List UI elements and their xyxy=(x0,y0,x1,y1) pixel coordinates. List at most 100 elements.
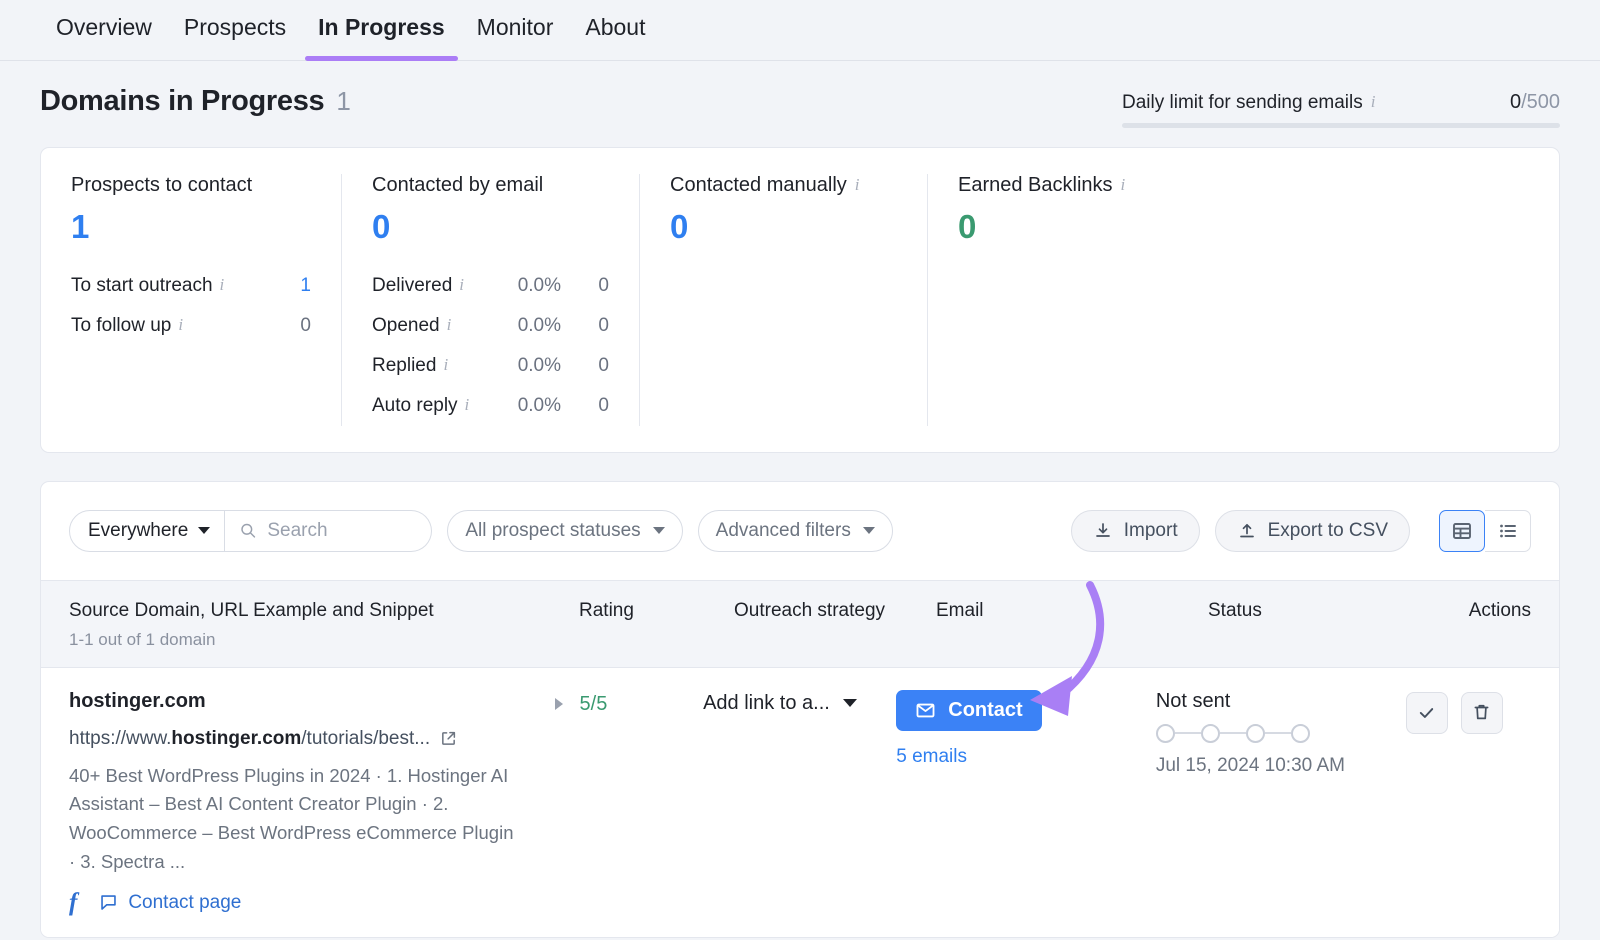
stat-row-label-text: Opened xyxy=(372,315,440,337)
stat-row-percent: 0.0% xyxy=(489,395,561,417)
table-icon xyxy=(1451,520,1473,542)
tab-overview[interactable]: Overview xyxy=(40,0,168,61)
tab-about[interactable]: About xyxy=(569,0,661,61)
cell-rating: 5/5 xyxy=(527,690,676,938)
cell-status: Not sent Jul 15, 2024 10:30 AM xyxy=(1128,690,1378,938)
stat-value: 0 xyxy=(670,207,897,247)
table-view-button[interactable] xyxy=(1439,510,1485,552)
advanced-filters-dropdown[interactable]: Advanced filters xyxy=(698,510,893,552)
stat-title-text: Contacted manually xyxy=(670,174,847,197)
url-path: /tutorials/best... xyxy=(301,728,430,749)
message-icon xyxy=(99,893,118,912)
export-to-csv-label: Export to CSV xyxy=(1268,520,1388,542)
daily-limit-label: Daily limit for sending emails i xyxy=(1122,92,1375,114)
list-icon xyxy=(1497,520,1519,542)
stat-title: Contacted by email xyxy=(372,174,609,197)
tab-monitor[interactable]: Monitor xyxy=(461,0,570,61)
cell-actions xyxy=(1378,690,1559,938)
tab-monitor-label: Monitor xyxy=(477,14,554,40)
search-box[interactable] xyxy=(225,510,432,552)
column-header-email: Email xyxy=(908,600,1180,650)
url-domain: hostinger.com xyxy=(171,728,301,749)
domain-name[interactable]: hostinger.com xyxy=(69,690,527,713)
stat-value: 0 xyxy=(372,207,609,247)
chevron-down-icon xyxy=(843,699,857,707)
outreach-strategy-value: Add link to a... xyxy=(703,692,830,715)
contact-page-label: Contact page xyxy=(128,892,241,914)
info-icon[interactable]: i xyxy=(443,356,448,373)
trash-icon xyxy=(1471,702,1492,723)
page-title: Domains in Progress 1 xyxy=(40,85,351,118)
facebook-icon[interactable]: f xyxy=(69,890,77,915)
daily-limit-progress-bar xyxy=(1122,123,1560,128)
stat-title: Earned Backlinks i xyxy=(958,174,1197,197)
column-header-actions: Actions xyxy=(1442,600,1559,650)
table-header-row: Source Domain, URL Example and Snippet 1… xyxy=(41,580,1559,668)
column-header-outreach-strategy: Outreach strategy xyxy=(706,600,908,650)
daily-limit-value: 0/500 xyxy=(1510,91,1560,114)
info-icon[interactable]: i xyxy=(1121,176,1126,193)
status-steps xyxy=(1156,724,1378,743)
export-to-csv-button[interactable]: Export to CSV xyxy=(1215,510,1410,552)
stat-row: Opened i 0.0% 0 xyxy=(372,306,609,346)
check-icon xyxy=(1416,702,1437,723)
table-row: hostinger.com https://www.hostinger.com/… xyxy=(41,668,1559,938)
info-icon[interactable]: i xyxy=(178,316,183,333)
cell-email: Contact 5 emails xyxy=(868,690,1128,938)
external-link-icon[interactable] xyxy=(440,730,457,747)
chevron-down-icon xyxy=(863,527,875,534)
stat-row-label-text: Delivered xyxy=(372,275,452,297)
main-navigation: Overview Prospects In Progress Monitor A… xyxy=(0,0,1600,61)
prospect-statuses-label: All prospect statuses xyxy=(465,520,640,542)
tab-in-progress[interactable]: In Progress xyxy=(302,0,461,61)
info-icon[interactable]: i xyxy=(1371,93,1376,110)
stat-row-label: To follow up i xyxy=(71,315,183,337)
emails-count-link[interactable]: 5 emails xyxy=(896,746,1128,768)
contact-page-link[interactable]: Contact page xyxy=(99,892,241,914)
contact-button[interactable]: Contact xyxy=(896,690,1041,731)
stat-contacted-manually: Contacted manually i 0 xyxy=(639,174,927,426)
stat-row-value: 0 xyxy=(263,315,311,337)
import-button[interactable]: Import xyxy=(1071,510,1200,552)
contact-button-label: Contact xyxy=(948,699,1022,722)
stat-row-percent: 0.0% xyxy=(489,315,561,337)
tab-prospects[interactable]: Prospects xyxy=(168,0,302,61)
mark-as-done-button[interactable] xyxy=(1406,692,1448,734)
page-header: Domains in Progress 1 Daily limit for se… xyxy=(0,61,1600,128)
stat-contacted-by-email: Contacted by email 0 Delivered i 0.0% 0 … xyxy=(341,174,639,426)
stat-earned-backlinks: Earned Backlinks i 0 xyxy=(927,174,1227,426)
search-group: Everywhere xyxy=(69,510,432,552)
list-view-button[interactable] xyxy=(1485,510,1531,552)
stat-row: Auto reply i 0.0% 0 xyxy=(372,386,609,426)
stat-row-value: 0 xyxy=(561,315,609,337)
expand-row-icon[interactable] xyxy=(555,698,563,710)
stat-rows: To start outreach i 1 To follow up i 0 xyxy=(71,266,311,346)
stat-row-label-text: Auto reply xyxy=(372,395,458,417)
stat-row-label: Replied i xyxy=(372,355,448,377)
stat-row-percent: 0.0% xyxy=(489,275,561,297)
domain-url[interactable]: https://www.hostinger.com/tutorials/best… xyxy=(69,728,527,750)
status-label: Not sent xyxy=(1156,690,1378,713)
delete-button[interactable] xyxy=(1461,692,1503,734)
stat-title-text: Contacted by email xyxy=(372,174,543,197)
daily-limit-block: Daily limit for sending emails i 0/500 xyxy=(1122,85,1560,128)
stat-row-value: 1 xyxy=(263,275,311,297)
prospect-statuses-dropdown[interactable]: All prospect statuses xyxy=(447,510,682,552)
column-header-rating: Rating xyxy=(551,600,706,650)
info-icon[interactable]: i xyxy=(447,316,452,333)
stat-row-percent: 0.0% xyxy=(489,355,561,377)
outreach-strategy-dropdown[interactable]: Add link to a... xyxy=(703,690,868,715)
advanced-filters-label: Advanced filters xyxy=(716,520,851,542)
stat-row-label: Opened i xyxy=(372,315,451,337)
domain-snippet: 40+ Best WordPress Plugins in 2024 · 1. … xyxy=(69,762,517,877)
daily-limit-used: 0 xyxy=(1510,91,1521,113)
info-icon[interactable]: i xyxy=(459,276,464,293)
column-header-status: Status xyxy=(1180,600,1442,650)
info-icon[interactable]: i xyxy=(855,176,860,193)
info-icon[interactable]: i xyxy=(465,396,470,413)
scope-dropdown[interactable]: Everywhere xyxy=(69,510,225,552)
search-icon xyxy=(240,521,256,540)
info-icon[interactable]: i xyxy=(220,276,225,293)
search-input[interactable] xyxy=(267,520,413,542)
prospects-table-card: Everywhere All prospect statuses Advance… xyxy=(40,481,1560,939)
